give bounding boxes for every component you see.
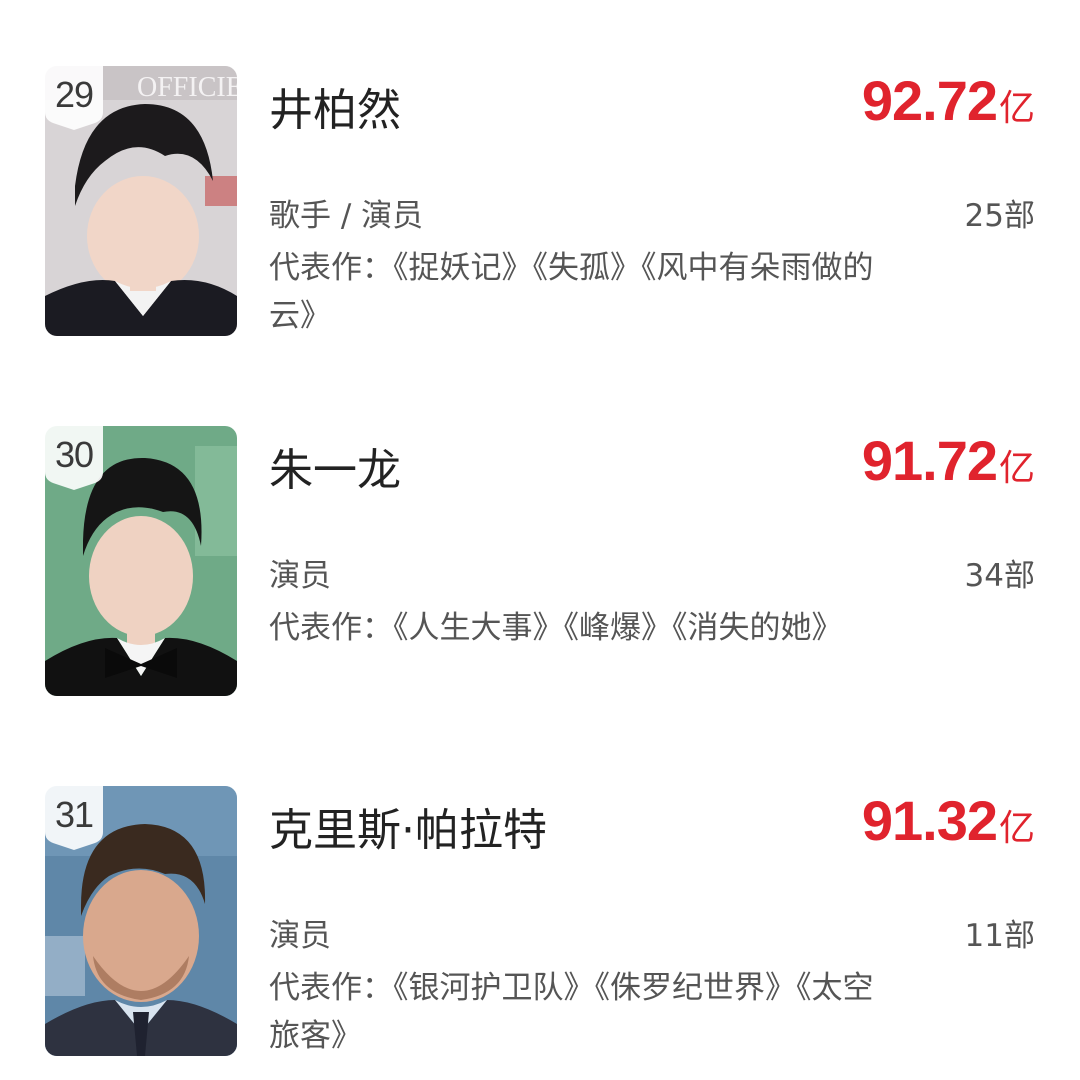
celebrity-ranking-list: OFFICIEL 29 井柏然 92.72亿 歌手 / 演员 25部 代表作：《… [0, 0, 1080, 1080]
celebrity-role: 演员 [269, 918, 331, 954]
celebrity-name[interactable]: 克里斯·帕拉特 [269, 794, 547, 858]
rank-badge: 29 [45, 66, 103, 130]
box-office-total: 91.32亿 [862, 788, 1035, 853]
representative-works: 代表作：《银河护卫队》《侏罗纪世界》《太空旅客》 [269, 970, 874, 1054]
celebrity-role: 歌手 / 演员 [269, 198, 424, 234]
rank-badge: 31 [45, 786, 103, 850]
film-count: 34部 [964, 558, 1035, 594]
box-office-unit: 亿 [998, 808, 1035, 849]
ranking-card[interactable]: OFFICIEL 29 井柏然 92.72亿 歌手 / 演员 25部 代表作：《… [45, 66, 1035, 336]
box-office-unit: 亿 [998, 88, 1035, 129]
box-office-value: 91.32 [861, 789, 998, 852]
celebrity-name[interactable]: 朱一龙 [269, 434, 401, 498]
celebrity-role: 演员 [269, 558, 331, 594]
celebrity-name[interactable]: 井柏然 [269, 74, 401, 138]
rank-number: 30 [54, 434, 94, 475]
magazine-logo-text: OFFICIEL [137, 72, 237, 103]
box-office-value: 91.72 [861, 429, 998, 492]
rank-badge: 30 [45, 426, 103, 490]
film-count: 25部 [964, 198, 1035, 234]
rank-number: 31 [54, 794, 94, 835]
film-count: 11部 [964, 918, 1035, 954]
box-office-total: 92.72亿 [862, 68, 1035, 133]
ranking-card[interactable]: 30 朱一龙 91.72亿 演员 34部 代表作：《人生大事》《峰爆》《消失的她… [45, 426, 1035, 696]
ranking-card[interactable]: 31 克里斯·帕拉特 91.32亿 演员 11部 代表作：《银河护卫队》《侏罗纪… [45, 786, 1035, 1056]
box-office-unit: 亿 [998, 448, 1035, 489]
representative-works: 代表作：《捉妖记》《失孤》《风中有朵雨做的云》 [269, 250, 874, 334]
box-office-total: 91.72亿 [862, 428, 1035, 493]
rank-number: 29 [54, 74, 94, 115]
box-office-value: 92.72 [861, 69, 998, 132]
representative-works: 代表作：《人生大事》《峰爆》《消失的她》 [269, 610, 843, 646]
